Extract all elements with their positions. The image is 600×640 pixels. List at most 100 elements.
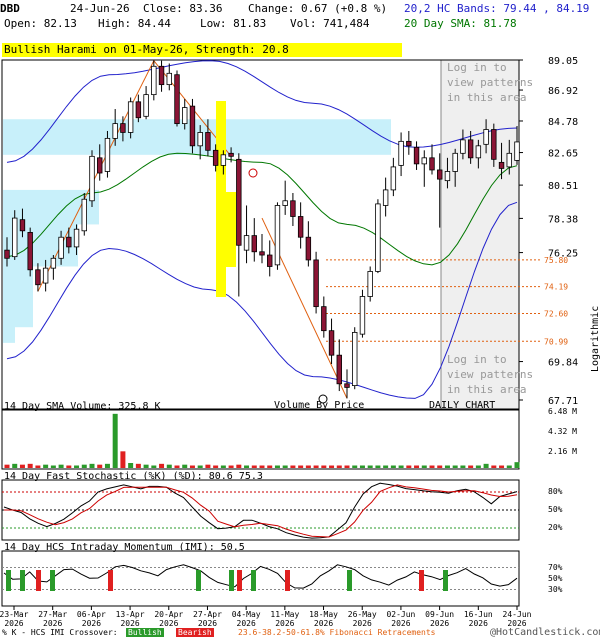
overlay-top-line1: Log in to	[447, 61, 507, 74]
date-tick-year: 2026	[198, 619, 217, 627]
volume-bar	[483, 463, 489, 468]
candle-body	[429, 157, 435, 171]
volume-bar	[213, 465, 219, 468]
volume-bar	[74, 465, 80, 468]
fib-axis: 75.80 74.19 72.60 70.99	[544, 256, 568, 346]
date-tick-year: 2026	[159, 619, 178, 627]
imi-tick-70: 70%	[548, 563, 563, 572]
pattern-marker-top	[248, 168, 258, 178]
price-axis: 89.0586.9284.7882.6580.5178.3876.2569.84…	[519, 56, 578, 407]
volume-bar	[390, 465, 396, 468]
volume-bar	[267, 465, 273, 468]
candle-body	[89, 155, 95, 202]
volume-bar	[367, 465, 373, 468]
fib-label: 75.80	[544, 256, 568, 265]
price-tick-label: 69.84	[548, 358, 578, 369]
candle-body	[66, 236, 72, 248]
candle-body	[305, 236, 312, 261]
volume-bar	[104, 463, 110, 468]
volume-bar	[321, 465, 327, 468]
candle-body	[359, 296, 366, 335]
date-tick-year: 2026	[275, 619, 294, 627]
candle-body	[228, 152, 234, 157]
volume-bar	[244, 465, 250, 468]
vbp-zone	[3, 323, 15, 343]
date-tick-label: 27-Mar	[38, 610, 67, 619]
volume-bar	[228, 465, 234, 468]
imi-crossover-marker	[108, 570, 113, 591]
candle-body	[35, 269, 41, 286]
overlay-top-line2: view patterns	[447, 76, 533, 89]
imi-crossover-marker	[36, 570, 41, 591]
volume-bar	[444, 465, 450, 468]
price-tick-label: 82.65	[548, 149, 578, 160]
date-tick-year: 2026	[120, 619, 139, 627]
price-tick-label: 84.78	[548, 117, 578, 128]
candle-body	[321, 306, 327, 332]
date-tick-label: 27-Apr	[193, 610, 222, 619]
date-tick-label: 24-Jun	[503, 610, 532, 619]
price-tick-label: 89.05	[548, 56, 578, 67]
volume-panel-frame	[1, 409, 520, 470]
volume-bar	[491, 465, 497, 468]
candle-body	[297, 216, 304, 238]
candle-body	[4, 249, 10, 259]
volume-bars	[4, 413, 520, 468]
stoch-tick-20: 20%	[548, 523, 563, 532]
volume-bar	[27, 463, 33, 468]
trend-line	[37, 60, 155, 292]
volume-bar	[298, 465, 304, 468]
fib-label: 72.60	[544, 309, 568, 318]
date-tick-label: 09-Jun	[425, 610, 454, 619]
imi-crossover-marker	[251, 570, 256, 591]
imi-crossover-marker	[229, 570, 234, 591]
candle-body	[135, 101, 142, 119]
vol-tick-2: 4.32 M	[548, 427, 577, 436]
candle-body	[205, 132, 211, 151]
volume-bar	[189, 465, 195, 468]
candle-body	[243, 235, 250, 251]
scale-label: Logarithmic	[590, 306, 600, 372]
imi-crossover-marker	[285, 570, 290, 591]
overlay-bottom-line1: Log in to	[447, 353, 507, 366]
volume-bar	[359, 465, 365, 468]
imi-crossover-marker	[20, 570, 25, 591]
date-tick-label: 20-Apr	[154, 610, 183, 619]
candle-body	[514, 141, 520, 161]
date-tick-year: 2026	[430, 619, 449, 627]
chart-canvas: Log in to view patterns in this area Log…	[0, 56, 600, 627]
candle-body	[104, 137, 111, 172]
imi-crossover-marker	[347, 570, 352, 591]
volume-bar	[19, 464, 25, 468]
stoch-d-line	[4, 484, 518, 538]
candle-body	[421, 157, 427, 165]
volume-bar	[182, 464, 188, 468]
volume-bar	[50, 465, 56, 468]
volume-bar	[313, 465, 319, 468]
overlay-top-line3: in this area	[447, 91, 526, 104]
vbp-label: Volume By Price	[274, 400, 364, 411]
imi-panel-title: 14 Day HCS Intraday Momentum (IMI): 50.5	[4, 542, 245, 553]
volume-bar	[159, 463, 165, 468]
candle-body	[212, 149, 219, 166]
volume-bar	[452, 465, 458, 468]
candle-body	[352, 332, 358, 387]
overlay-bottom-line3: in this area	[447, 383, 526, 396]
volume-bar	[251, 465, 257, 468]
volume-bar	[406, 465, 412, 468]
date-tick-label: 13-Apr	[116, 610, 145, 619]
volume-bar	[135, 463, 141, 468]
candle-body	[398, 140, 404, 166]
vbp-zone	[3, 263, 33, 328]
imi-tick-50: 50%	[548, 574, 563, 583]
overlay-bottom-line2: view patterns	[447, 368, 533, 381]
volume-bar	[506, 465, 512, 468]
candle-body	[390, 166, 397, 191]
candle-body	[282, 200, 288, 206]
volume-bar	[514, 462, 520, 468]
imi-crossover-marker	[6, 570, 11, 591]
pattern-highlight	[216, 101, 226, 297]
volume-panel-title: 14 Day SMA Volume: 325.8 K	[4, 401, 161, 412]
volume-bar	[58, 464, 64, 468]
candle-body	[267, 254, 273, 267]
